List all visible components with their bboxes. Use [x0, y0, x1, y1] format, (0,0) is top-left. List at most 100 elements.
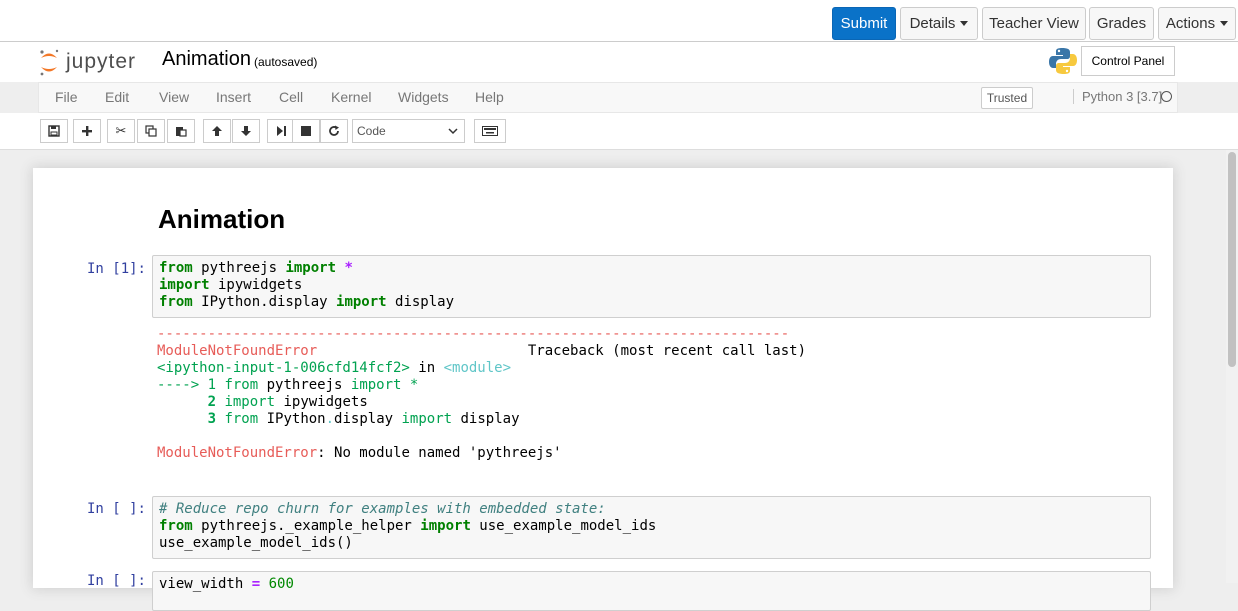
code-token: import [216, 394, 276, 410]
control-panel-label: Control Panel [1091, 54, 1165, 68]
restart-button[interactable] [320, 119, 348, 143]
code-token: display [334, 411, 402, 427]
stop-icon [301, 126, 311, 136]
code-cell-input[interactable]: # Reduce repo churn for examples with em… [152, 496, 1151, 559]
menu-kernel[interactable]: Kernel [331, 89, 371, 105]
move-up-button[interactable] [203, 119, 231, 143]
code-cell-input[interactable]: from pythreejs import * import ipywidget… [152, 255, 1151, 318]
cut-button[interactable]: ✂ [107, 119, 135, 143]
code-token: . [325, 411, 335, 427]
menu-cell[interactable]: Cell [279, 89, 303, 105]
interrupt-button[interactable] [292, 119, 320, 143]
code-token: IPython [258, 411, 326, 427]
code-token: = [251, 576, 261, 592]
jupyter-logo-icon: jupyter [40, 49, 136, 76]
menu-view[interactable]: View [159, 89, 189, 105]
grades-button[interactable]: Grades [1089, 7, 1154, 40]
code-token: IPython.display [192, 294, 337, 310]
error-name: ModuleNotFoundError [157, 343, 318, 359]
code-token: pythreejs [258, 377, 351, 393]
code-token: use_example_model_ids() [159, 535, 353, 551]
notebook-toolbar: ✂ Code [0, 113, 1238, 150]
trusted-label: Trusted [986, 91, 1028, 105]
details-label: Details [909, 15, 956, 32]
menu-edit[interactable]: Edit [105, 89, 129, 105]
run-icon [277, 126, 286, 136]
jupyter-wordmark: jupyter [65, 50, 136, 73]
top-action-bar: Submit Details Teacher View Grades Actio… [0, 0, 1238, 42]
code-token: view_width [159, 576, 252, 592]
menu-file[interactable]: File [55, 89, 78, 105]
cell-prompt: In [1]: [86, 261, 146, 277]
details-button[interactable]: Details [900, 7, 978, 40]
paste-button[interactable] [167, 119, 195, 143]
code-token: from [216, 377, 259, 393]
actions-button[interactable]: Actions [1158, 7, 1236, 40]
traceback-divider: ----------------------------------------… [157, 326, 790, 342]
kernel-idle-icon [1161, 91, 1172, 102]
copy-button[interactable] [137, 119, 165, 143]
code-token: from [159, 260, 193, 276]
code-token: from [159, 294, 193, 310]
keyboard-icon [482, 126, 498, 136]
cell-prompt: In [ ]: [86, 501, 146, 517]
code-token: from [216, 411, 259, 427]
code-token: ipywidgets [275, 394, 368, 410]
move-down-button[interactable] [232, 119, 260, 143]
traceback-text: in [409, 360, 444, 376]
input-reference: <ipython-input-1-006cfd14fcf2> [157, 360, 410, 376]
markdown-heading: Animation [158, 204, 286, 234]
save-icon [48, 125, 60, 137]
kernel-name: Python 3 [3.7] [1073, 89, 1162, 104]
arrow-down-icon [241, 126, 251, 136]
error-output: ----------------------------------------… [157, 326, 806, 462]
notebook-title[interactable]: Animation [162, 48, 251, 71]
control-panel-button[interactable]: Control Panel [1081, 46, 1175, 76]
code-token: 600 [260, 576, 294, 592]
cell-prompt: In [ ]: [86, 573, 146, 589]
line-number: 3 [157, 411, 217, 427]
python-logo-icon [1048, 46, 1078, 81]
notebook-header: jupyter Animation (autosaved) Control Pa… [0, 42, 1238, 82]
actions-label: Actions [1165, 15, 1216, 32]
scrollbar-thumb[interactable] [1228, 152, 1236, 367]
trusted-indicator[interactable]: Trusted [981, 87, 1033, 109]
code-token: display [452, 411, 520, 427]
code-token: display [386, 294, 455, 310]
plus-icon [82, 126, 92, 136]
code-token: import [350, 377, 402, 393]
menu-bar: File Edit View Insert Cell Kernel Widget… [38, 82, 1178, 113]
cell-type-select[interactable]: Code [352, 119, 465, 143]
code-comment: # Reduce repo churn for examples with em… [159, 501, 606, 517]
cell-type-value: Code [357, 124, 386, 138]
code-token: pythreejs._example_helper [192, 518, 421, 534]
submit-label: Submit [840, 15, 888, 32]
caret-down-icon [1220, 21, 1229, 26]
chevron-down-icon [448, 128, 458, 135]
submit-button[interactable]: Submit [832, 7, 896, 40]
restart-icon [329, 125, 339, 136]
save-button[interactable] [40, 119, 68, 143]
command-palette-button[interactable] [474, 119, 506, 143]
code-cell-input[interactable]: view_width = 600 [152, 571, 1151, 611]
code-token: pythreejs [192, 260, 286, 276]
paste-icon [176, 127, 187, 137]
traceback-header: Traceback (most recent call last) [317, 343, 807, 359]
code-token: import [336, 294, 387, 310]
jupyter-logo[interactable]: jupyter [38, 46, 148, 78]
caret-down-icon [960, 21, 969, 26]
arrow-up-icon [212, 126, 222, 136]
insert-cell-button[interactable] [73, 119, 101, 143]
error-message: : No module named 'pythreejs' [317, 445, 562, 461]
teacher-view-button[interactable]: Teacher View [982, 7, 1086, 40]
grades-label: Grades [1096, 15, 1147, 32]
menu-help[interactable]: Help [475, 89, 504, 105]
code-token: use_example_model_ids [470, 518, 657, 534]
menu-widgets[interactable]: Widgets [398, 89, 449, 105]
code-token: import [159, 277, 210, 293]
notebook-page: Animation In [1]: from pythreejs import … [33, 168, 1173, 611]
copy-icon [145, 125, 157, 137]
vertical-scrollbar[interactable] [1226, 150, 1238, 583]
menu-insert[interactable]: Insert [216, 89, 251, 105]
run-button[interactable] [267, 119, 295, 143]
